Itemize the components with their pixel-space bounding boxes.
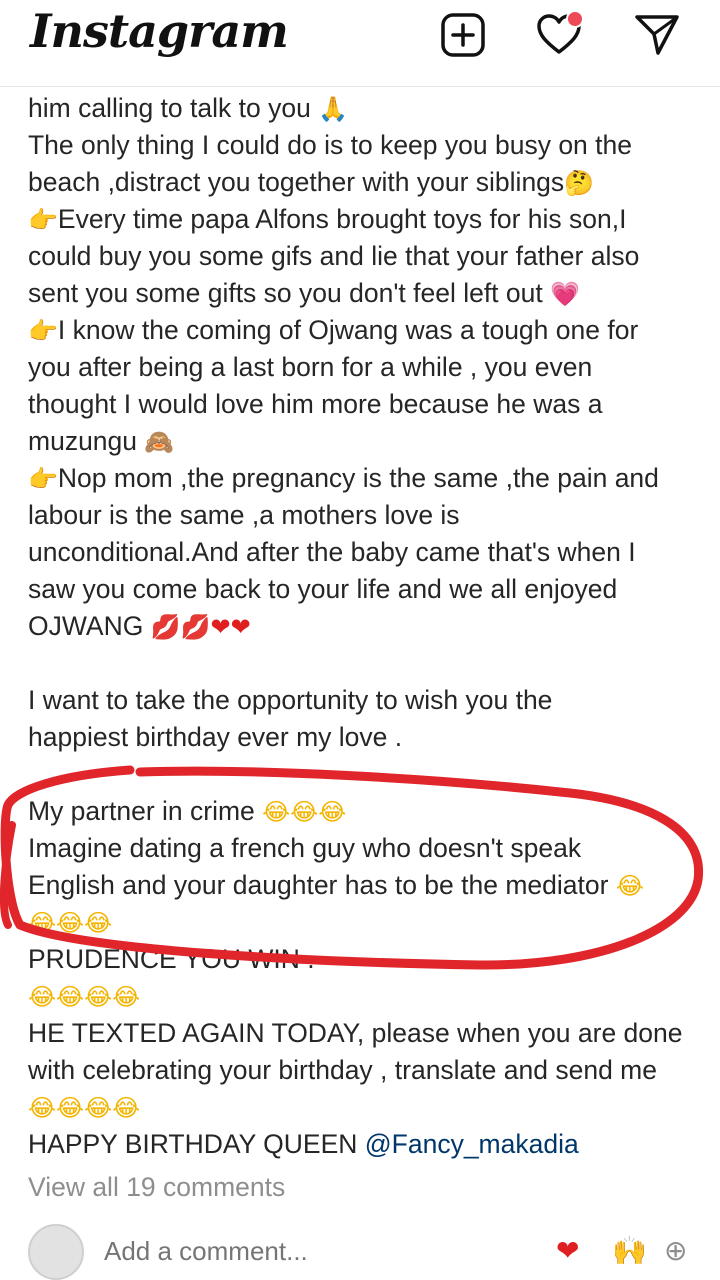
caption-text: The only thing I could do is to keep you…: [28, 130, 633, 160]
post-caption: him calling to talk to you 🙏 The only thi…: [28, 90, 708, 1163]
caption-text: English and your daughter has to be the …: [28, 870, 616, 900]
caption-emoji: 😂😂😂😂: [28, 983, 141, 1011]
caption-text: HE TEXTED AGAIN TODAY, please when you a…: [28, 1018, 683, 1048]
caption-line: [28, 645, 708, 682]
caption-emoji: 💋💋❤❤: [150, 613, 251, 641]
caption-emoji: 😂😂😂: [262, 798, 347, 826]
instagram-logo[interactable]: Instagram: [30, 4, 289, 58]
heart-reaction-icon[interactable]: ❤: [556, 1234, 579, 1267]
avatar: [28, 1224, 84, 1280]
top-app-bar: Instagram: [0, 0, 720, 87]
caption-text: HAPPY BIRTHDAY QUEEN: [28, 1129, 365, 1159]
caption-text: PRUDENCE YOU WIN .: [28, 944, 315, 974]
raised-hands-reaction-icon[interactable]: 🙌: [612, 1234, 647, 1267]
caption-line: The only thing I could do is to keep you…: [28, 127, 708, 164]
caption-text: you after being a last born for a while …: [28, 352, 593, 382]
caption-text: him calling to talk to you: [28, 93, 319, 123]
caption-line: 😂😂😂😂: [28, 978, 708, 1015]
caption-emoji: 💗: [550, 280, 580, 308]
pointing-hand-emoji: 👉: [28, 317, 58, 345]
caption-line: sent you some gifts so you don't feel le…: [28, 275, 708, 312]
caption-line: English and your daughter has to be the …: [28, 867, 708, 904]
caption-text: OJWANG: [28, 611, 151, 641]
caption-text: Imagine dating a french guy who doesn't …: [28, 833, 582, 863]
caption-line: I want to take the opportunity to wish y…: [28, 682, 708, 719]
caption-emoji: 😂😂😂: [28, 909, 113, 937]
pointing-hand-emoji: 👉: [28, 465, 58, 493]
caption-text: beach ,distract you together with your s…: [28, 167, 565, 197]
notification-dot: [566, 10, 584, 28]
caption-line: saw you come back to your life and we al…: [28, 571, 708, 608]
caption-text: Nop mom ,the pregnancy is the same ,the …: [57, 463, 659, 493]
caption-line: HAPPY BIRTHDAY QUEEN @Fancy_makadia: [28, 1126, 708, 1163]
user-mention-link[interactable]: @Fancy_makadia: [365, 1129, 579, 1159]
caption-text: sent you some gifts so you don't feel le…: [28, 278, 551, 308]
caption-line: labour is the same ,a mothers love is: [28, 497, 708, 534]
caption-line: 👉Nop mom ,the pregnancy is the same ,the…: [28, 460, 708, 497]
caption-line: My partner in crime 😂😂😂: [28, 793, 708, 830]
caption-text: I know the coming of Ojwang was a tough …: [57, 315, 639, 345]
caption-line: beach ,distract you together with your s…: [28, 164, 708, 201]
caption-line: 😂😂😂: [28, 904, 708, 941]
caption-line: 😂😂😂😂: [28, 1089, 708, 1126]
new-post-icon[interactable]: [440, 12, 486, 58]
caption-line: with celebrating your birthday , transla…: [28, 1052, 708, 1089]
caption-line: unconditional.And after the baby came th…: [28, 534, 708, 571]
comment-bar: ❤ 🙌 ⊕: [0, 1218, 720, 1280]
caption-line: 👉Every time papa Alfons brought toys for…: [28, 201, 708, 238]
caption-emoji: 😂: [615, 872, 644, 900]
caption-text: muzungu: [28, 426, 145, 456]
caption-text: happiest birthday ever my love .: [28, 722, 403, 752]
caption-line: OJWANG 💋💋❤❤: [28, 608, 708, 645]
pointing-hand-emoji: 👉: [28, 206, 58, 234]
caption-line: him calling to talk to you 🙏: [28, 90, 708, 127]
caption-text: Every time papa Alfons brought toys for …: [57, 204, 627, 234]
caption-line: PRUDENCE YOU WIN .: [28, 941, 708, 978]
caption-line: 👉I know the coming of Ojwang was a tough…: [28, 312, 708, 349]
add-comment-input[interactable]: [104, 1236, 524, 1267]
caption-emoji: 🙈: [144, 428, 175, 456]
caption-text: could buy you some gifs and lie that you…: [28, 241, 640, 271]
caption-text: labour is the same ,a mothers love is: [28, 500, 460, 530]
caption-line: happiest birthday ever my love .: [28, 719, 708, 756]
caption-line: thought I would love him more because he…: [28, 386, 708, 423]
caption-text: I want to take the opportunity to wish y…: [28, 685, 553, 715]
direct-message-icon[interactable]: [634, 12, 680, 58]
caption-line: Imagine dating a french guy who doesn't …: [28, 830, 708, 867]
caption-emoji: 🙏: [318, 95, 349, 123]
caption-line: HE TEXTED AGAIN TODAY, please when you a…: [28, 1015, 708, 1052]
caption-text: unconditional.And after the baby came th…: [28, 537, 636, 567]
caption-line: muzungu 🙈: [28, 423, 708, 460]
caption-text: saw you come back to your life and we al…: [28, 574, 618, 604]
caption-emoji: 😂😂😂😂: [28, 1094, 141, 1122]
caption-emoji: 🤔: [564, 169, 595, 197]
caption-text: thought I would love him more because he…: [28, 389, 603, 419]
view-all-comments-link[interactable]: View all 19 comments: [28, 1172, 285, 1203]
caption-line: you after being a last born for a while …: [28, 349, 708, 386]
caption-text: My partner in crime: [28, 796, 263, 826]
add-reaction-icon[interactable]: ⊕: [664, 1234, 687, 1267]
caption-line: [28, 756, 708, 793]
caption-line: could buy you some gifs and lie that you…: [28, 238, 708, 275]
caption-text: with celebrating your birthday , transla…: [28, 1055, 657, 1085]
